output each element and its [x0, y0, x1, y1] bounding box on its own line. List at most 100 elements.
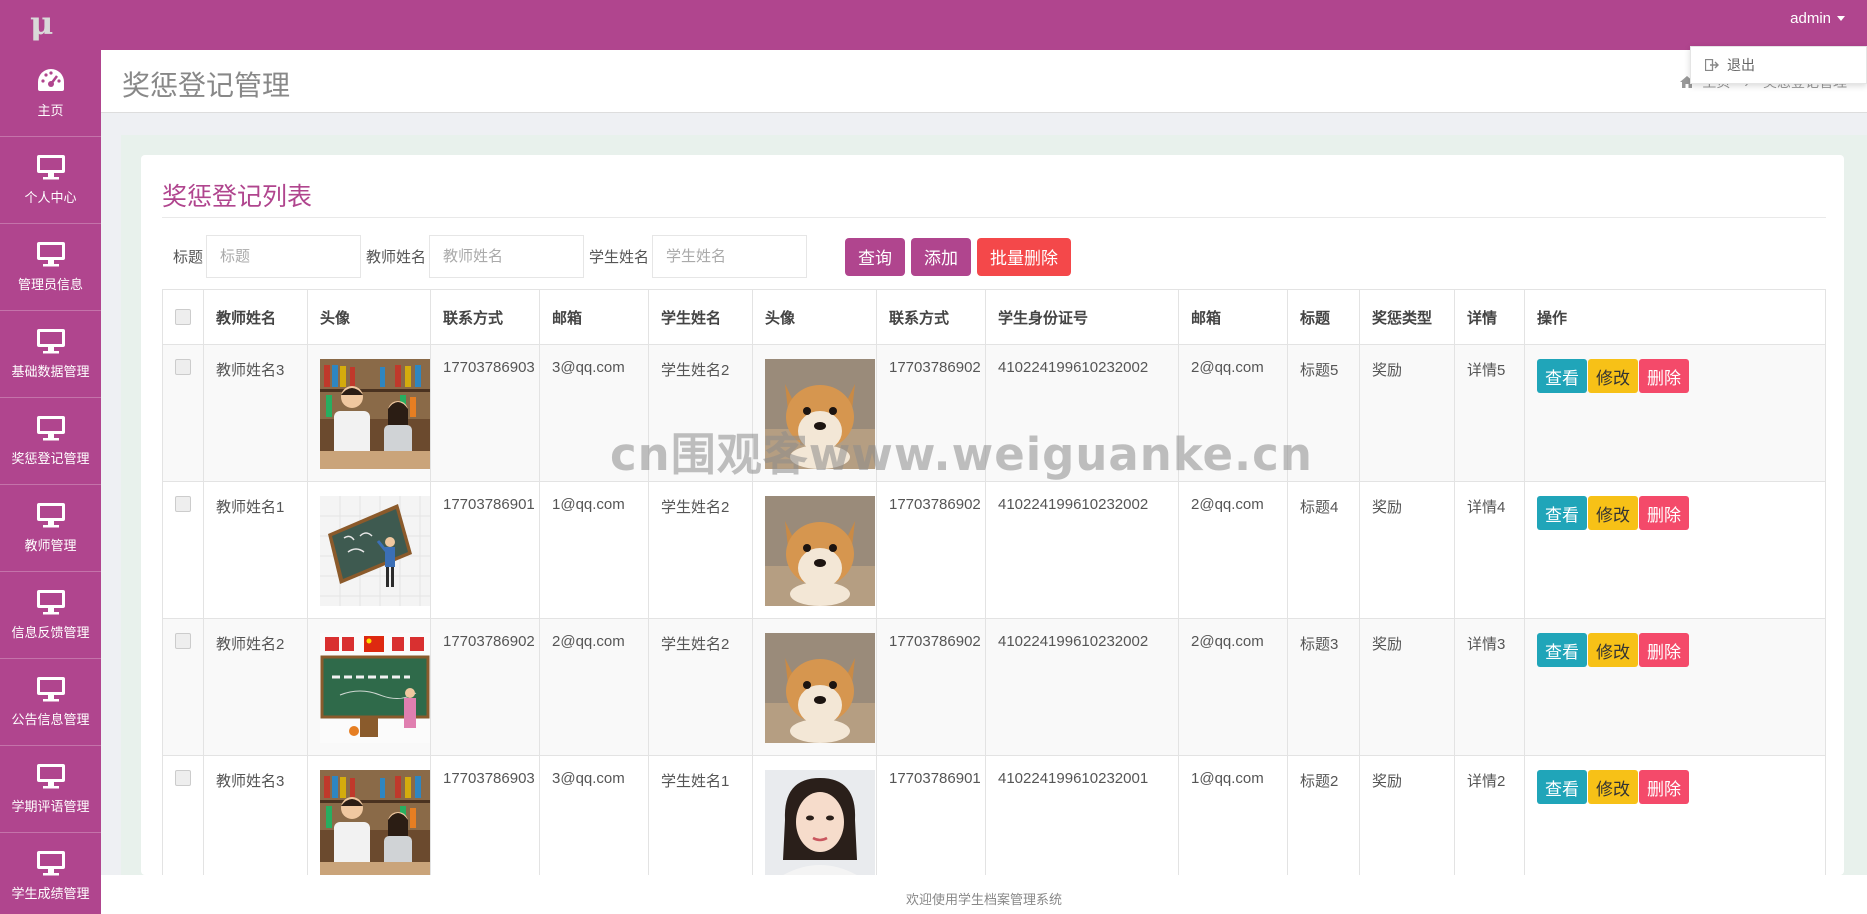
teacher-email-cell: 2@qq.com: [539, 618, 649, 756]
student-email-cell: 2@qq.com: [1178, 481, 1288, 619]
sidebar-item-label: 学生成绩管理: [11, 886, 90, 901]
table-row: 教师姓名3 17703786903 3@qq.com 学生姓名1 1770378…: [162, 755, 1826, 875]
page-title: 奖惩登记管理: [122, 70, 291, 101]
monitor-icon: [36, 329, 65, 354]
teacher-name-label: 教师姓名: [366, 249, 427, 266]
student-id-cell: 410224199610232002: [985, 618, 1179, 756]
student-id-cell: 410224199610232001: [985, 755, 1179, 875]
student-avatar-cell: [752, 618, 877, 756]
table-row: 教师姓名1 17703786901 1@qq.com 学生姓名2 1770378…: [162, 481, 1826, 619]
select-cell: [162, 755, 204, 875]
batch-delete-button[interactable]: 批量删除: [977, 237, 1072, 276]
query-button[interactable]: 查询: [845, 237, 906, 276]
sign-out-icon: [1705, 59, 1719, 71]
delete-button[interactable]: 删除: [1639, 359, 1689, 393]
row-checkbox[interactable]: [175, 359, 191, 375]
column-header: 邮箱: [539, 289, 649, 345]
sidebar-item-label: 主页: [37, 103, 64, 118]
view-button[interactable]: 查看: [1537, 770, 1587, 804]
title-search-input[interactable]: [206, 235, 362, 278]
student-name-search-input[interactable]: [652, 235, 808, 278]
student-avatar-cell: [752, 755, 877, 875]
page-header: 奖惩登记管理 主页 › 奖惩登记管理: [101, 50, 1867, 113]
woman-portrait[interactable]: [765, 770, 875, 875]
edit-button[interactable]: 修改: [1588, 496, 1638, 530]
monitor-icon: [36, 242, 65, 267]
sidebar-item-home[interactable]: 主页: [0, 50, 101, 137]
student-phone-cell: 17703786902: [876, 481, 986, 619]
sidebar-item-label: 奖惩登记管理: [11, 451, 90, 466]
divider: [162, 217, 1826, 218]
sidebar-item-teachers[interactable]: 教师管理: [0, 485, 101, 572]
delete-button[interactable]: 删除: [1639, 633, 1689, 667]
type-cell: 奖励: [1359, 481, 1455, 619]
add-button[interactable]: 添加: [911, 237, 972, 276]
username-label[interactable]: admin: [1790, 10, 1831, 27]
column-header: 联系方式: [876, 289, 986, 345]
title-cell: 标题3: [1287, 618, 1360, 756]
teacher-name-cell: 教师姓名1: [203, 481, 308, 619]
row-checkbox[interactable]: [175, 496, 191, 512]
sidebar-item-label: 信息反馈管理: [11, 625, 90, 640]
view-button[interactable]: 查看: [1537, 359, 1587, 393]
teachers-day-poster[interactable]: [320, 633, 430, 743]
select-all-cell: [162, 289, 204, 345]
sidebar-item-label: 基础数据管理: [11, 364, 90, 379]
teacher-phone-cell: 17703786901: [430, 481, 540, 619]
caret-down-icon: [1837, 16, 1845, 21]
teacher-name-cell: 教师姓名2: [203, 618, 308, 756]
view-button[interactable]: 查看: [1537, 633, 1587, 667]
actions-cell: 查看 修改 删除: [1524, 481, 1826, 619]
row-checkbox[interactable]: [175, 770, 191, 786]
dog-photo[interactable]: [765, 633, 875, 743]
sidebar-item-feedback[interactable]: 信息反馈管理: [0, 572, 101, 659]
watermark: cn围观客www.weiguanke.cn: [610, 428, 1313, 481]
detail-cell: 详情5: [1454, 344, 1525, 482]
sidebar-item-admin-info[interactable]: 管理员信息: [0, 224, 101, 311]
teacher-phone-cell: 17703786902: [430, 618, 540, 756]
app-logo[interactable]: μ: [30, 7, 58, 39]
type-cell: 奖励: [1359, 618, 1455, 756]
column-header: 学生姓名: [648, 289, 753, 345]
logout-menu-item[interactable]: 退出: [1690, 46, 1867, 84]
delete-button[interactable]: 删除: [1639, 770, 1689, 804]
sidebar-item-base-data[interactable]: 基础数据管理: [0, 311, 101, 398]
row-checkbox[interactable]: [175, 633, 191, 649]
column-header: 联系方式: [430, 289, 540, 345]
search-bar: 标题 教师姓名 学生姓名 查询 添加 批量删除: [173, 235, 1077, 278]
sidebar-item-reward-punish[interactable]: 奖惩登记管理: [0, 398, 101, 485]
select-all-checkbox[interactable]: [175, 309, 191, 325]
edit-button[interactable]: 修改: [1588, 359, 1638, 393]
column-header: 详情: [1454, 289, 1525, 345]
student-phone-cell: 17703786902: [876, 618, 986, 756]
blackboard-illustration[interactable]: [320, 496, 430, 606]
type-cell: 奖励: [1359, 344, 1455, 482]
table-header-row: 教师姓名 头像 联系方式 邮箱 学生姓名 头像 联系方式 学生身份证号 邮箱 标…: [162, 289, 1826, 345]
logout-label: 退出: [1727, 57, 1755, 73]
student-name-cell: 学生姓名1: [648, 755, 753, 875]
student-email-cell: 1@qq.com: [1178, 755, 1288, 875]
edit-button[interactable]: 修改: [1588, 633, 1638, 667]
teacher-avatar-cell: [307, 344, 431, 482]
sidebar-item-label: 学期评语管理: [11, 799, 90, 814]
top-navbar: μ admin: [0, 0, 1867, 50]
sidebar-item-profile[interactable]: 个人中心: [0, 137, 101, 224]
detail-cell: 详情2: [1454, 755, 1525, 875]
student-phone-cell: 17703786901: [876, 755, 986, 875]
sidebar-item-comments[interactable]: 学期评语管理: [0, 746, 101, 833]
type-cell: 奖励: [1359, 755, 1455, 875]
sidebar-item-notices[interactable]: 公告信息管理: [0, 659, 101, 746]
user-menu[interactable]: admin: [1790, 10, 1845, 27]
edit-button[interactable]: 修改: [1588, 770, 1638, 804]
dog-photo[interactable]: [765, 496, 875, 606]
delete-button[interactable]: 删除: [1639, 496, 1689, 530]
teacher-name-search-input[interactable]: [429, 235, 585, 278]
view-button[interactable]: 查看: [1537, 496, 1587, 530]
sidebar-item-grades[interactable]: 学生成绩管理: [0, 833, 101, 914]
sidebar-item-label: 公告信息管理: [11, 712, 90, 727]
records-table: 教师姓名 头像 联系方式 邮箱 学生姓名 头像 联系方式 学生身份证号 邮箱 标…: [162, 289, 1826, 875]
title-cell: 标题2: [1287, 755, 1360, 875]
classroom-photo[interactable]: [320, 770, 430, 875]
teacher-avatar-cell: [307, 481, 431, 619]
classroom-photo[interactable]: [320, 359, 430, 469]
